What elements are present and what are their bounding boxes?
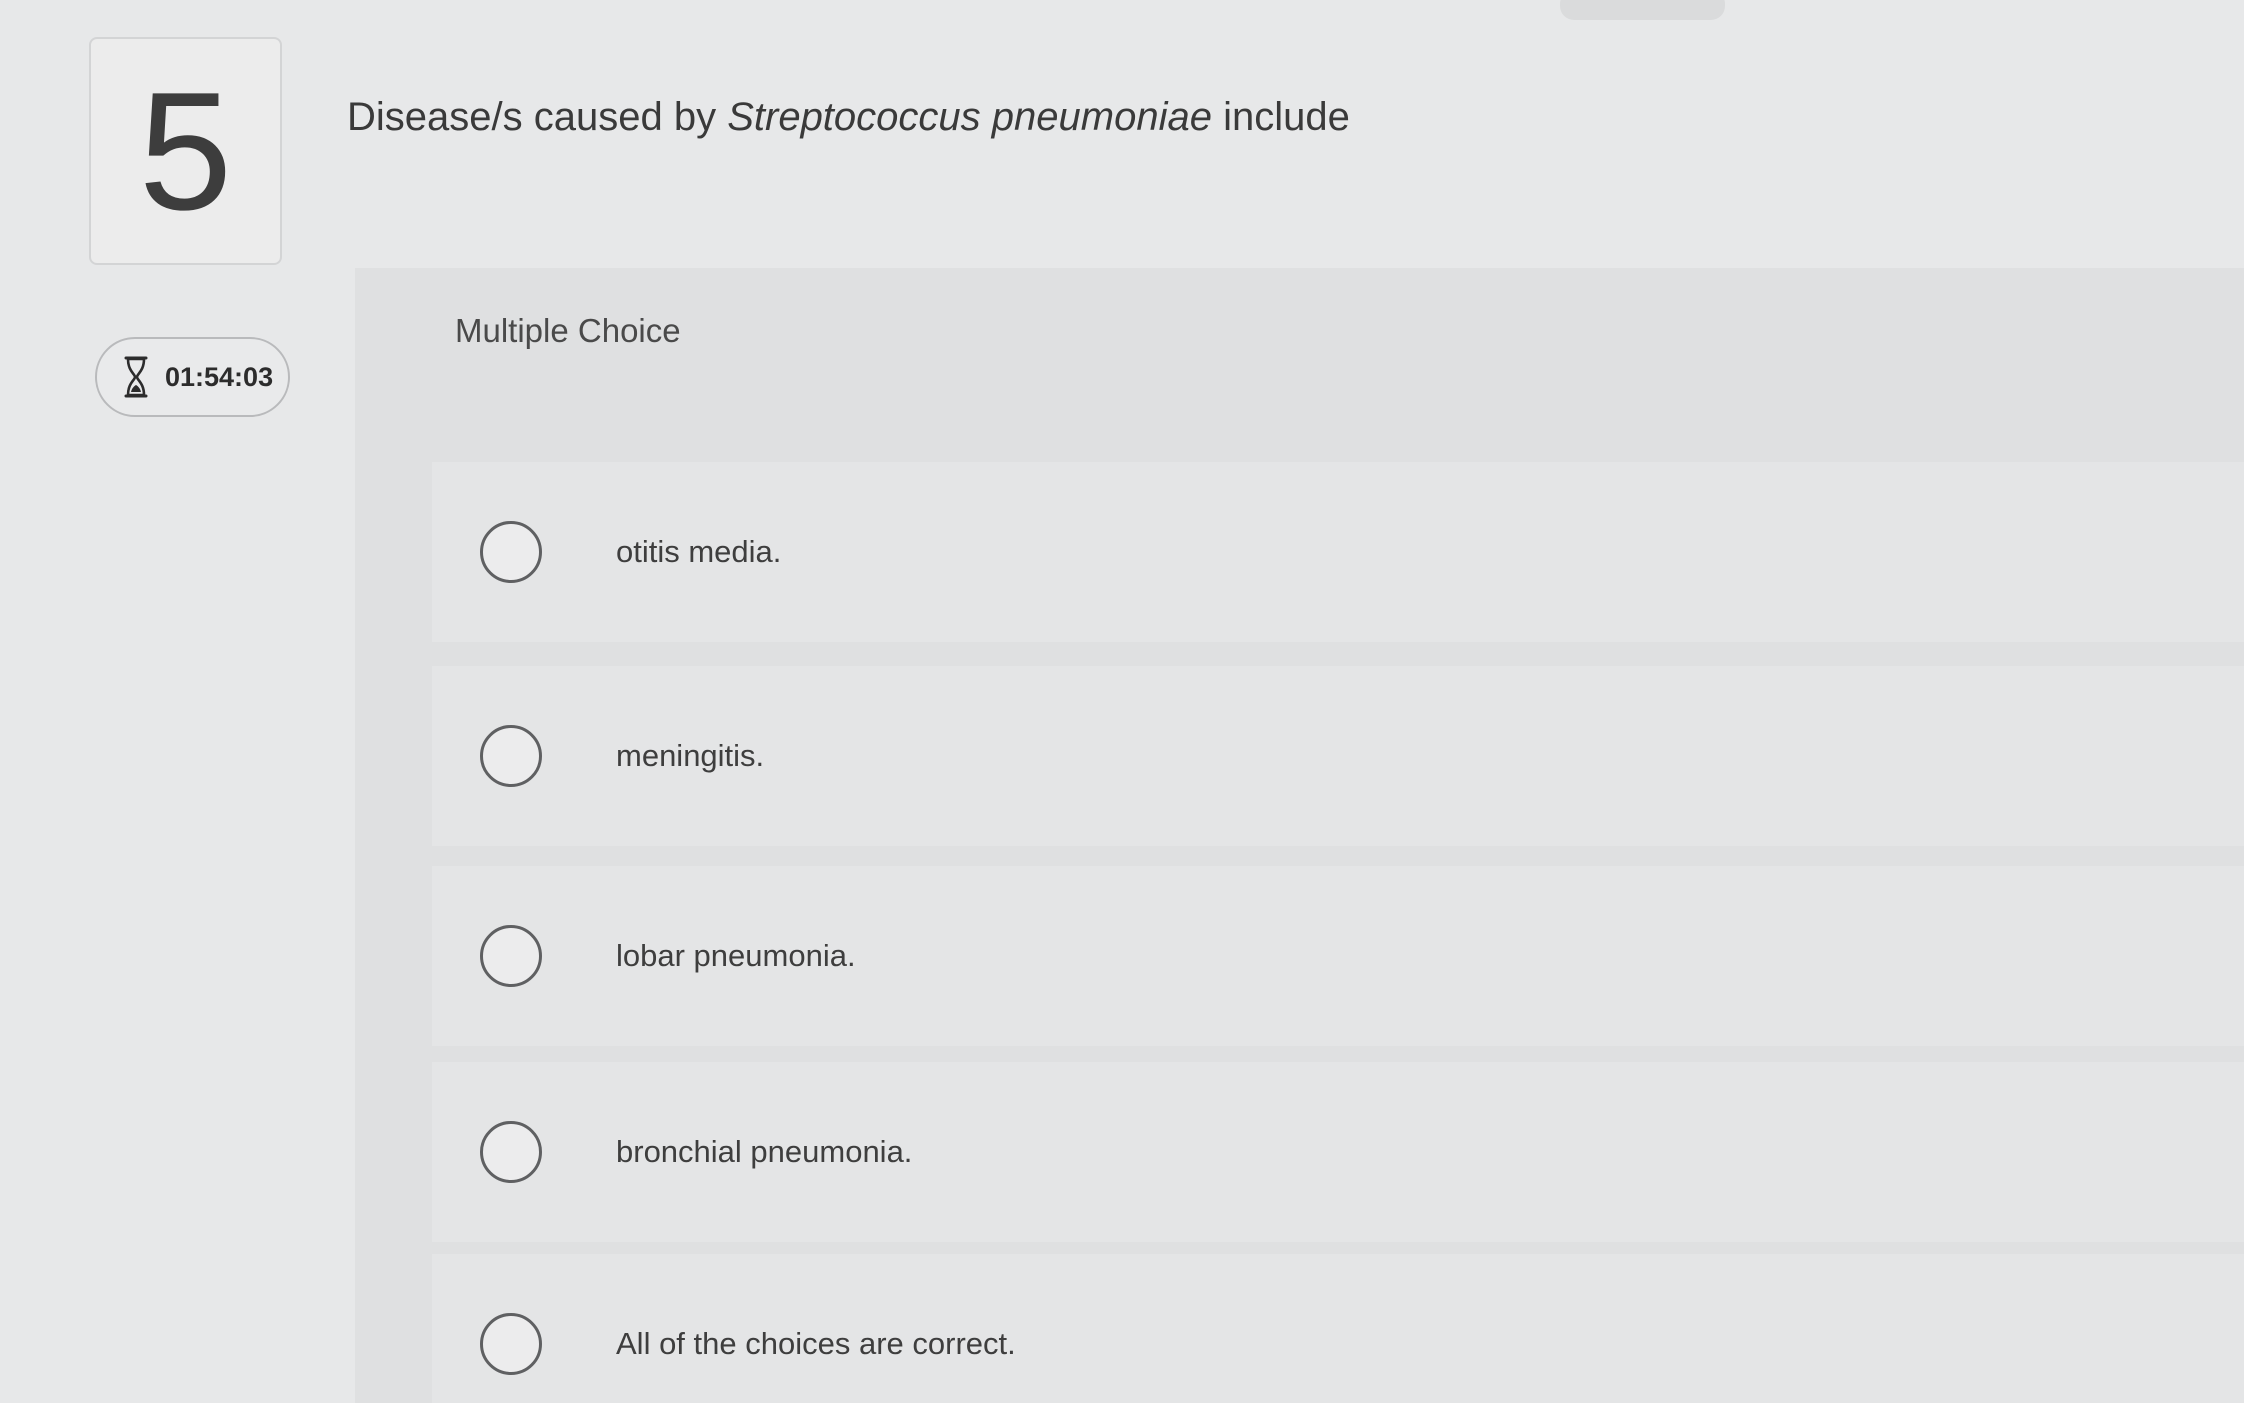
choice-label: All of the choices are correct.: [616, 1326, 1016, 1361]
question-number-box: 5: [89, 37, 282, 265]
question-number: 5: [138, 57, 233, 245]
hourglass-icon: [124, 356, 148, 398]
top-tab: [1560, 0, 1725, 20]
choice-label: meningitis.: [616, 738, 765, 773]
choice-label: lobar pneumonia.: [616, 938, 856, 973]
choice-label: bronchial pneumonia.: [616, 1134, 913, 1169]
question-stem: Disease/s caused by Streptococcus pneumo…: [347, 95, 1350, 140]
radio-button[interactable]: [480, 925, 542, 987]
choice-option-2[interactable]: meningitis.: [432, 666, 2244, 846]
timer-badge[interactable]: 01:54:03: [95, 337, 290, 417]
timer-value: 01:54:03: [165, 361, 274, 392]
question-type-label: Multiple Choice: [455, 312, 681, 349]
choice-label: otitis media.: [616, 534, 782, 569]
choice-option-1[interactable]: otitis media.: [432, 462, 2244, 642]
question-stem-suffix: include: [1211, 95, 1350, 139]
choice-option-5[interactable]: All of the choices are correct.: [432, 1254, 2244, 1403]
radio-button[interactable]: [480, 725, 542, 787]
radio-button[interactable]: [480, 1313, 542, 1375]
radio-button[interactable]: [480, 1121, 542, 1183]
question-stem-prefix: Disease/s caused by: [347, 95, 728, 139]
choice-option-4[interactable]: bronchial pneumonia.: [432, 1062, 2244, 1242]
radio-button[interactable]: [480, 521, 542, 583]
choice-option-3[interactable]: lobar pneumonia.: [432, 866, 2244, 1046]
question-stem-organism: Streptococcus pneumoniae: [727, 95, 1212, 139]
